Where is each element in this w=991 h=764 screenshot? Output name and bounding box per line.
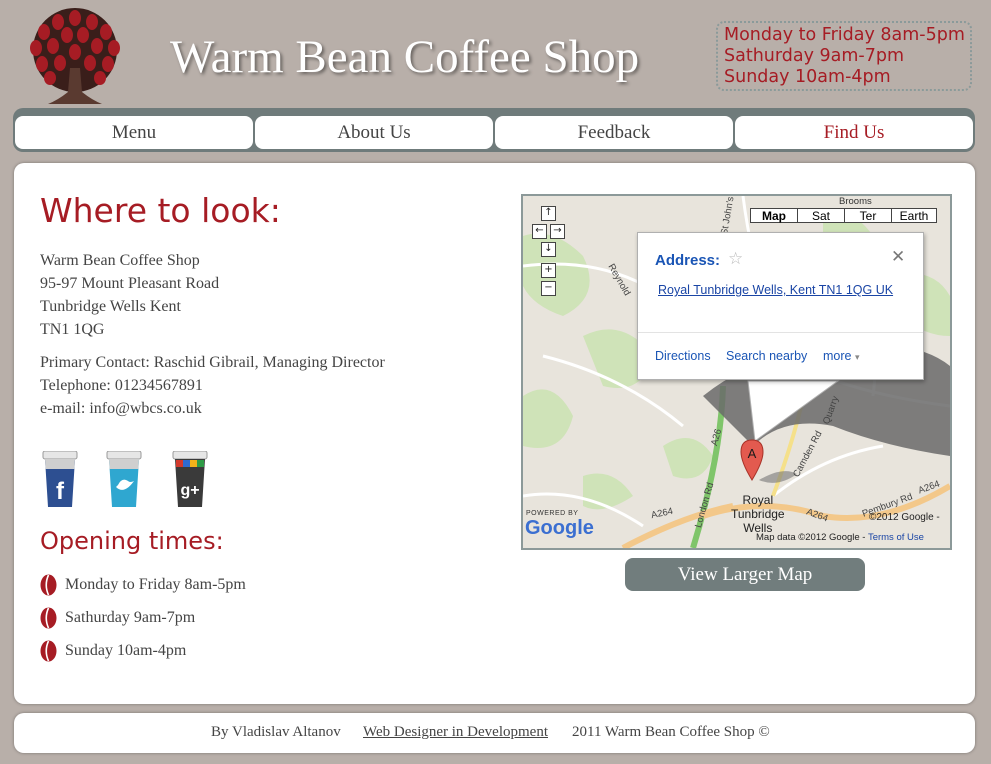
address-line: 95-97 Mount Pleasant Road	[40, 275, 220, 292]
footer-designer-link[interactable]: Web Designer in Development	[363, 724, 548, 741]
footer: By Vladislav Altanov Web Designer in Dev…	[14, 713, 975, 753]
pan-up-icon[interactable]: ↑	[541, 206, 556, 221]
google-plus-icon[interactable]: g+	[170, 451, 210, 509]
site-title: Warm Bean Coffee Shop	[170, 31, 640, 83]
main-nav: Menu About Us Feedback Find Us	[13, 108, 975, 152]
info-address-link[interactable]: Royal Tunbridge Wells, Kent TN1 1QG UK	[658, 283, 898, 298]
opening-time-text: Monday to Friday 8am-5pm	[65, 575, 246, 593]
map-type-ter[interactable]: Ter	[844, 208, 892, 223]
pan-right-icon[interactable]: →	[550, 224, 565, 239]
close-icon[interactable]: ✕	[891, 247, 905, 267]
place-label: Royal Tunbridge Wells	[731, 493, 785, 535]
map-info-window: Address: ☆ ✕ Royal Tunbridge Wells, Kent…	[637, 232, 924, 380]
header-hours-line: Sunday 10am-4pm	[724, 67, 891, 87]
chevron-down-icon: ▾	[854, 352, 860, 362]
zoom-in-icon[interactable]: +	[541, 263, 556, 278]
footer-copyright: 2011 Warm Bean Coffee Shop ©	[572, 724, 770, 740]
star-icon[interactable]: ☆	[728, 249, 743, 269]
content-panel: Where to look: Warm Bean Coffee Shop 95-…	[14, 163, 975, 704]
nav-item-feedback[interactable]: Feedback	[495, 116, 733, 149]
search-nearby-link[interactable]: Search nearby	[726, 349, 807, 363]
opening-time-text: Sunday 10am-4pm	[65, 641, 187, 659]
opening-times-list: Monday to Friday 8am-5pm Sathurday 9am-7…	[40, 568, 246, 667]
svg-text:g+: g+	[180, 482, 199, 499]
directions-link[interactable]: Directions	[655, 349, 711, 363]
primary-contact: Primary Contact: Raschid Gibrail, Managi…	[40, 354, 385, 371]
map-copyright: ©2012 Google -	[869, 512, 940, 523]
header-hours-line: Sathurday 9am-7pm	[724, 46, 905, 66]
contact-block: Primary Contact: Raschid Gibrail, Managi…	[40, 351, 385, 420]
nav-item-menu[interactable]: Menu	[15, 116, 253, 149]
facebook-icon[interactable]: f	[40, 451, 80, 509]
where-heading: Where to look:	[40, 191, 281, 230]
google-map[interactable]: A A26 London Rd A264 Camden Rd Pembury R…	[521, 194, 952, 550]
place-label-line: Royal	[742, 493, 774, 507]
view-larger-map-button[interactable]: View Larger Map	[625, 558, 865, 591]
terms-link[interactable]: Terms of Use	[868, 532, 924, 543]
info-title: Address:	[655, 252, 721, 269]
more-label: more	[823, 349, 852, 363]
map-type-sat[interactable]: Sat	[797, 208, 845, 223]
coffee-bean-icon	[40, 640, 57, 661]
map-data-text: Map data ©2012 Google -	[756, 532, 866, 543]
address-line: Warm Bean Coffee Shop	[40, 252, 200, 269]
more-link[interactable]: more ▾	[823, 349, 860, 363]
coffee-bean-icon	[40, 574, 57, 595]
powered-by: POWERED BY	[526, 510, 579, 517]
twitter-icon[interactable]	[104, 451, 144, 509]
address-line: TN1 1QG	[40, 321, 105, 338]
opening-time-item: Monday to Friday 8am-5pm	[40, 568, 246, 601]
nav-item-find-us[interactable]: Find Us	[735, 116, 973, 149]
google-logo: Google	[525, 517, 594, 539]
map-marker-label: A	[748, 446, 757, 461]
zoom-out-icon[interactable]: −	[541, 281, 556, 296]
opening-time-item: Sunday 10am-4pm	[40, 634, 246, 667]
opening-times-heading: Opening times:	[40, 527, 224, 555]
info-divider	[638, 332, 923, 333]
opening-time-item: Sathurday 9am-7pm	[40, 601, 246, 634]
svg-text:f: f	[56, 478, 65, 505]
email: e-mail: info@wbcs.co.uk	[40, 400, 202, 417]
pan-down-icon[interactable]: ↓	[541, 242, 556, 257]
place-label-line: Tunbridge	[731, 507, 785, 521]
telephone: Telephone: 01234567891	[40, 377, 203, 394]
coffee-tree-logo	[30, 8, 120, 104]
map-type-earth[interactable]: Earth	[891, 208, 937, 223]
map-data-credit: Map data ©2012 Google - Terms of Use	[756, 532, 924, 543]
address-line: Tunbridge Wells Kent	[40, 298, 181, 315]
header-hours-line: Monday to Friday 8am-5pm	[724, 25, 965, 45]
pan-left-icon[interactable]: ←	[532, 224, 547, 239]
address-block: Warm Bean Coffee Shop 95-97 Mount Pleasa…	[40, 249, 219, 341]
map-type-map[interactable]: Map	[750, 208, 798, 223]
place-label-top: Brooms	[839, 196, 872, 207]
nav-item-about-us[interactable]: About Us	[255, 116, 493, 149]
coffee-bean-icon	[40, 607, 57, 628]
footer-author: By Vladislav Altanov	[211, 724, 341, 740]
opening-time-text: Sathurday 9am-7pm	[65, 608, 196, 626]
header-hours: Monday to Friday 8am-5pm Sathurday 9am-7…	[716, 21, 972, 91]
